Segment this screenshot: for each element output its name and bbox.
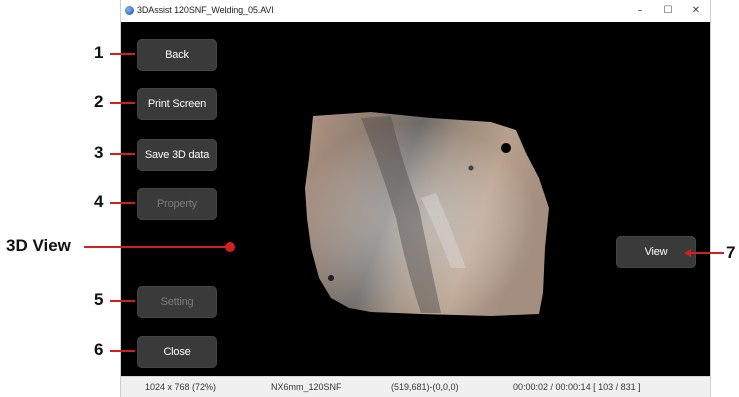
3d-viewport[interactable]: Back Print Screen Save 3D data Property …: [121, 22, 710, 377]
callout-3d-view-dot: [225, 242, 235, 252]
callout-3d-view: 3D View: [6, 236, 71, 255]
window-title: 3DAssist 120SNF_Welding_05.AVI: [137, 5, 274, 15]
save-3d-data-button[interactable]: Save 3D data: [137, 139, 217, 171]
status-resolution: 1024 x 768 (72%): [145, 382, 217, 392]
3d-surface-model[interactable]: [301, 108, 553, 320]
back-button[interactable]: Back: [137, 39, 217, 71]
callout-7-line: [688, 252, 724, 254]
status-probe: NX6mm_120SNF: [271, 382, 342, 392]
callout-6: 6: [94, 340, 104, 359]
callout-4-line: [110, 202, 135, 204]
callout-1: 1: [94, 43, 104, 62]
callout-5-line: [110, 300, 135, 302]
maximize-button[interactable]: ☐: [654, 0, 682, 22]
callout-3: 3: [94, 143, 104, 162]
app-logo-icon: [125, 6, 134, 15]
status-coordinates: (519,681)-(0,0,0): [391, 382, 459, 392]
callout-1-line: [110, 53, 135, 55]
callout-4: 4: [94, 192, 104, 211]
minimize-button[interactable]: –: [626, 0, 654, 22]
print-screen-button[interactable]: Print Screen: [137, 88, 217, 120]
callout-7: 7: [726, 243, 736, 262]
title-bar: 3DAssist 120SNF_Welding_05.AVI – ☐ ✕: [121, 0, 710, 22]
status-time: 00:00:02 / 00:00:14 [ 103 / 831 ]: [513, 382, 641, 392]
callout-2-line: [110, 102, 135, 104]
callout-3-line: [110, 153, 135, 155]
app-window: 3DAssist 120SNF_Welding_05.AVI – ☐ ✕ Bac…: [120, 0, 711, 397]
setting-button[interactable]: Setting: [137, 286, 217, 318]
status-bar: 1024 x 768 (72%) NX6mm_120SNF (519,681)-…: [121, 376, 710, 397]
close-button[interactable]: Close: [137, 336, 217, 368]
property-button[interactable]: Property: [137, 188, 217, 220]
callout-3d-view-line: [84, 246, 229, 248]
window-close-button[interactable]: ✕: [682, 0, 710, 22]
callout-2: 2: [94, 92, 104, 111]
callout-5: 5: [94, 290, 104, 309]
callout-6-line: [110, 350, 135, 352]
